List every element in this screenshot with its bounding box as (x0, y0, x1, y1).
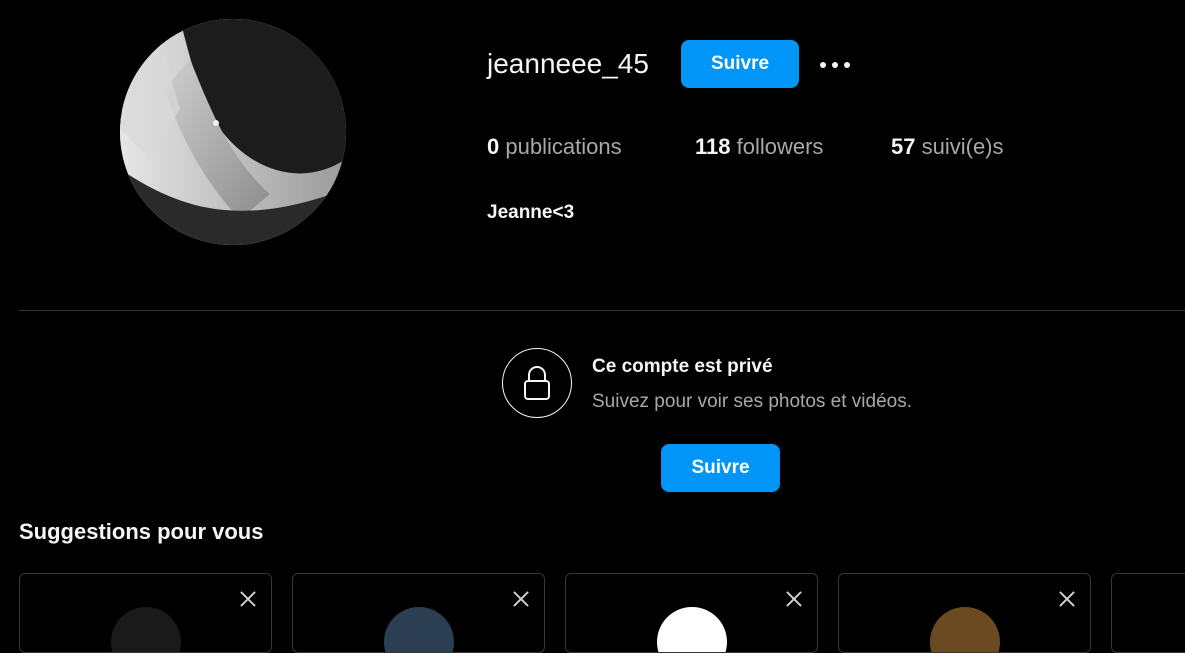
stat-following[interactable]: 57 suivi(e)s (891, 133, 1004, 161)
stat-posts: 0 publications (487, 133, 622, 161)
suggestion-card[interactable] (19, 573, 272, 653)
dot (844, 62, 850, 68)
close-icon[interactable] (237, 588, 259, 610)
following-count: 57 (891, 134, 916, 159)
suggestion-card[interactable] (292, 573, 545, 653)
posts-label: publications (505, 134, 622, 159)
follow-button-center[interactable]: Suivre (661, 444, 780, 492)
suggestion-card[interactable] (838, 573, 1091, 653)
profile-photo (120, 19, 346, 245)
private-account-subtitle: Suivez pour voir ses photos et vidéos. (592, 391, 913, 412)
follow-button[interactable]: Suivre (681, 40, 799, 88)
private-account-title: Ce compte est privé (592, 356, 773, 377)
dot (820, 62, 826, 68)
followers-count: 118 (695, 134, 731, 159)
more-options-icon[interactable] (812, 44, 858, 84)
lock-icon (502, 348, 572, 418)
stat-followers[interactable]: 118 followers (695, 133, 823, 161)
section-divider (19, 310, 1185, 311)
profile-avatar[interactable] (120, 19, 346, 245)
suggestion-card[interactable] (1111, 573, 1185, 653)
suggestion-card[interactable] (565, 573, 818, 653)
dot (832, 62, 838, 68)
posts-count: 0 (487, 134, 500, 159)
following-label: suivi(e)s (921, 134, 1004, 159)
followers-label: followers (736, 134, 824, 159)
close-icon[interactable] (783, 588, 805, 610)
lock-glyph (524, 366, 550, 400)
suggestion-avatar[interactable] (111, 607, 181, 652)
close-icon[interactable] (1056, 588, 1078, 610)
suggestions-title: Suggestions pour vous (19, 519, 264, 544)
profile-username: jeanneee_45 (487, 48, 649, 79)
suggestion-avatar[interactable] (657, 607, 727, 652)
suggestion-avatar[interactable] (384, 607, 454, 652)
close-icon[interactable] (510, 588, 532, 610)
suggestion-avatar[interactable] (930, 607, 1000, 652)
bio-name: Jeanne<3 (487, 202, 575, 223)
